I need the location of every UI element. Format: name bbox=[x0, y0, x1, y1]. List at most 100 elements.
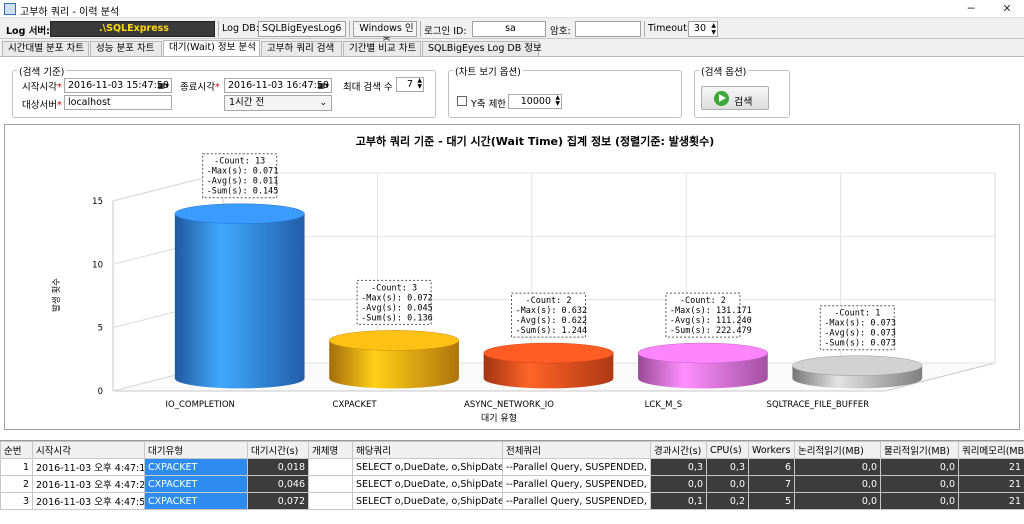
data-label: -Sum(s): 0.073 bbox=[824, 339, 896, 349]
bar-top bbox=[483, 342, 614, 364]
data-label: -Count: 2 bbox=[680, 296, 726, 306]
spinner-arrows-icon[interactable]: ▲ ▼ bbox=[555, 95, 560, 107]
connection-toolbar: Log 서버: .\SQLExpress Log DB: SQLBigEyesL… bbox=[0, 19, 1024, 48]
target-server-input[interactable]: localhost bbox=[64, 95, 172, 110]
title-bar: 고부하 쿼리 - 이력 분석 ─ ✕ bbox=[0, 0, 1024, 18]
tab-wait-analysis[interactable]: 대기(Wait) 정보 분석 bbox=[163, 40, 260, 57]
column-header[interactable]: Workers bbox=[748, 441, 795, 459]
column-header[interactable]: 물리적읽기(MB) bbox=[880, 441, 959, 459]
table-cell: 0,3 bbox=[706, 458, 749, 476]
log-db-field[interactable]: SQLBigEyesLog6 bbox=[258, 21, 346, 37]
x-axis-label: 대기 유형 bbox=[481, 413, 517, 424]
table-cell: 0,0 bbox=[880, 475, 959, 493]
max-count-stepper[interactable]: 7 ▲ ▼ bbox=[396, 77, 424, 92]
bar-top bbox=[329, 330, 460, 351]
ylimit-stepper[interactable]: 10000 ▲ ▼ bbox=[508, 94, 562, 109]
table-row[interactable]: 2 2016-11-03 오후 4:47:28 CXPACKET 0,046 SELEC… bbox=[0, 475, 1024, 493]
password-label: 암호: bbox=[550, 26, 571, 37]
x-tick-label: ASYNC_NETWORK_IO bbox=[464, 400, 554, 410]
start-time-picker[interactable]: 2016-11-03 15:47:58 ▦▾ bbox=[64, 78, 172, 93]
table-cell: 0,0 bbox=[650, 475, 707, 493]
timeout-value: 30 bbox=[693, 23, 706, 34]
column-header[interactable]: 논리적읽기(MB) bbox=[794, 441, 881, 459]
result-grid: 순번 시작시각 대기유형 대기시간(s) 개체명 해당쿼리 전체쿼리 경과시간(s) CPU(s… bbox=[0, 440, 1024, 524]
column-header[interactable]: 대기유형 bbox=[144, 441, 248, 459]
login-id-input[interactable]: sa bbox=[472, 21, 546, 37]
table-row[interactable]: 3 2016-11-03 오후 4:47:52 CXPACKET 0,072 SELEC… bbox=[0, 492, 1024, 510]
table-cell bbox=[308, 475, 353, 493]
timeout-label: Timeout: bbox=[648, 23, 691, 34]
column-header[interactable]: 전체쿼리 bbox=[502, 441, 651, 459]
search-options-title: (검색 옵션) bbox=[699, 64, 749, 78]
tab-heavy-query-search[interactable]: 고부하 쿼리 검색 bbox=[261, 41, 342, 56]
column-header[interactable]: 쿼리메모리(MB) bbox=[958, 441, 1024, 459]
window-title: 고부하 쿼리 - 이력 분석 bbox=[20, 7, 120, 18]
time-range-select[interactable]: 1시간 전 ⌄ bbox=[224, 95, 332, 111]
table-cell: 2016-11-03 오후 4:47:52 bbox=[32, 492, 145, 510]
end-time-picker[interactable]: 2016-11-03 16:47:58 ▦▾ bbox=[224, 78, 332, 93]
column-header[interactable]: 해당쿼리 bbox=[352, 441, 503, 459]
search-button[interactable]: 검색 bbox=[701, 86, 769, 110]
spinner-arrows-icon[interactable]: ▲ ▼ bbox=[417, 78, 422, 90]
column-header[interactable]: 경과시간(s) bbox=[650, 441, 707, 459]
close-button[interactable]: ✕ bbox=[992, 0, 1022, 18]
data-label: -Avg(s): 0.622 bbox=[516, 316, 588, 326]
table-cell: --Parallel Query, SUSPENDED, ... bbox=[502, 492, 651, 510]
minimize-button[interactable]: ─ bbox=[956, 0, 986, 18]
bar-io-completion bbox=[174, 213, 305, 389]
app-icon bbox=[4, 3, 16, 15]
ylimit-checkbox[interactable] bbox=[457, 96, 467, 106]
table-cell: CXPACKET bbox=[144, 458, 248, 476]
calendar-dropdown-icon[interactable]: ▦▾ bbox=[157, 79, 169, 92]
table-cell: 0,2 bbox=[706, 492, 749, 510]
spinner-arrows-icon[interactable]: ▲ ▼ bbox=[711, 22, 716, 36]
x-tick-label: CXPACKET bbox=[333, 400, 378, 410]
table-cell: 2 bbox=[0, 475, 33, 493]
column-header[interactable]: CPU(s) bbox=[706, 441, 749, 459]
data-label: -Sum(s): 0.136 bbox=[361, 313, 433, 323]
auth-mode-button[interactable]: Windows 인증 bbox=[353, 21, 417, 48]
table-cell: 21 bbox=[958, 475, 1024, 493]
table-row[interactable]: 1 2016-11-03 오후 4:47:16 CXPACKET 0,018 SELEC… bbox=[0, 458, 1024, 476]
column-header[interactable]: 시작시각 bbox=[32, 441, 145, 459]
max-count-label: 최대 검색 수 bbox=[343, 82, 393, 93]
start-time-label: 시작시각* bbox=[22, 82, 62, 93]
x-tick-label: IO_COMPLETION bbox=[166, 400, 235, 410]
password-input[interactable] bbox=[575, 21, 641, 37]
column-header[interactable]: 대기시간(s) bbox=[247, 441, 309, 459]
grid-header-row: 순번 시작시각 대기유형 대기시간(s) 개체명 해당쿼리 전체쿼리 경과시간(s) CPU(s… bbox=[0, 441, 1024, 459]
tab-performance-distribution[interactable]: 성능 분포 차트 bbox=[90, 41, 162, 56]
data-label: -Count: 13 bbox=[214, 157, 265, 167]
table-cell: 0,3 bbox=[650, 458, 707, 476]
calendar-dropdown-icon[interactable]: ▦▾ bbox=[317, 79, 329, 92]
data-label: -Count: 1 bbox=[834, 309, 880, 319]
table-cell: 2016-11-03 오후 4:47:16 bbox=[32, 458, 145, 476]
table-cell: 21 bbox=[958, 458, 1024, 476]
data-label: -Count: 3 bbox=[371, 283, 417, 293]
tab-logdb-info[interactable]: SQLBigEyes Log DB 정보 bbox=[422, 41, 542, 56]
data-label: -Max(s): 0.072 bbox=[361, 293, 433, 303]
table-cell: 1 bbox=[0, 458, 33, 476]
search-criteria-title: (검색 기준) bbox=[17, 64, 67, 78]
separator bbox=[644, 21, 645, 37]
column-header[interactable]: 개체명 bbox=[308, 441, 353, 459]
data-label: -Max(s): 0.632 bbox=[516, 306, 588, 316]
y-tick-label: 15 bbox=[92, 197, 103, 207]
ylimit-label: Y축 제한 bbox=[471, 99, 507, 110]
tab-period-compare[interactable]: 기간별 비교 차트 bbox=[343, 41, 421, 56]
required-mark: * bbox=[56, 100, 62, 111]
tab-strip: 시간대별 분포 차트 성능 분포 차트 대기(Wait) 정보 분석 고부하 쿼… bbox=[0, 40, 1024, 57]
y-tick-label: 10 bbox=[92, 260, 103, 270]
y-tick-label: 0 bbox=[98, 387, 103, 397]
timeout-stepper[interactable]: 30 ▲ ▼ bbox=[688, 21, 718, 37]
required-mark: * bbox=[56, 82, 62, 93]
tab-time-distribution[interactable]: 시간대별 분포 차트 bbox=[2, 41, 89, 56]
table-cell: --Parallel Query, SUSPENDED, ... bbox=[502, 458, 651, 476]
table-cell: 6 bbox=[748, 458, 795, 476]
play-icon bbox=[714, 91, 729, 106]
time-range-value: 1시간 전 bbox=[229, 97, 265, 108]
log-server-field[interactable]: .\SQLExpress bbox=[50, 21, 215, 37]
data-label: -Avg(s): 0.073 bbox=[824, 329, 896, 339]
column-header[interactable]: 순번 bbox=[0, 441, 33, 459]
bar-top bbox=[637, 342, 768, 364]
